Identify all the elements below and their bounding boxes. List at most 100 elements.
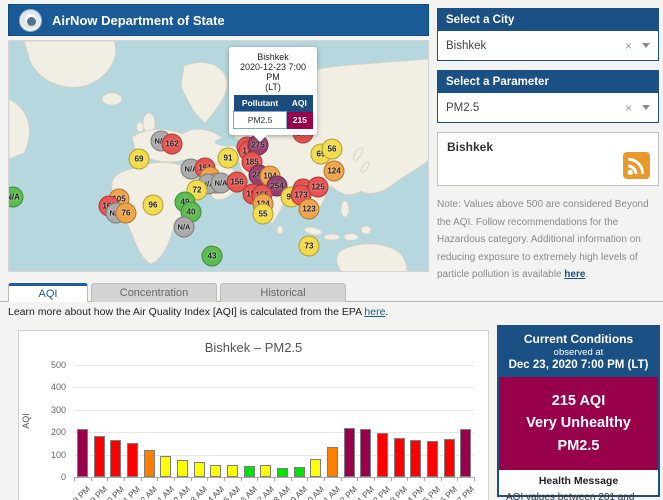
aqi-bar-chart: Bishkek – PM2.5 AQI 01002003004005008 PM… <box>18 330 489 500</box>
chart-title: Bishkek – PM2.5 <box>19 331 488 355</box>
chart-x-tick <box>191 477 192 481</box>
parameter-clear-icon[interactable]: × <box>625 101 632 115</box>
rss-box: Bishkek <box>437 132 659 186</box>
chart-y-tick-label: 100 <box>26 450 66 460</box>
chart-gridline <box>74 410 474 411</box>
map-marker[interactable]: N/A <box>174 217 195 238</box>
chart-y-tick-label: 400 <box>26 382 66 392</box>
map-marker[interactable]: 91 <box>218 148 239 169</box>
map-marker[interactable]: 56 <box>322 139 343 160</box>
parameter-panel: Select a Parameter PM2.5 × <box>437 70 659 123</box>
chart-y-tick-label: 200 <box>26 427 66 437</box>
chart-gridline <box>74 365 474 366</box>
chart-bar <box>444 439 455 477</box>
chart-x-tick <box>324 477 325 481</box>
chart-y-tick-label: 0 <box>26 472 66 482</box>
learn-more-here-link[interactable]: here <box>364 306 385 318</box>
map-marker[interactable]: 125 <box>308 177 329 198</box>
note-here-link[interactable]: here <box>564 269 585 280</box>
chart-x-tick <box>407 477 408 481</box>
chart-bar <box>277 468 288 477</box>
chart-gridline <box>74 387 474 388</box>
chart-x-tick <box>241 477 242 481</box>
popup-aqi-value: 215 <box>287 112 313 129</box>
chart-bar <box>177 460 188 477</box>
map-marker[interactable]: 76 <box>116 203 137 224</box>
app-header: AirNow Department of State <box>8 4 429 36</box>
map-marker[interactable]: 69 <box>129 149 150 170</box>
department-of-state-seal-icon <box>19 9 42 32</box>
chart-bar <box>244 466 255 477</box>
chart-x-tick <box>291 477 292 481</box>
city-select-value[interactable]: Bishkek <box>446 40 625 52</box>
chart-x-tick <box>74 477 75 481</box>
map-popup: Bishkek 2020-12-23 7:00 PM (LT) Pollutan… <box>229 47 317 135</box>
chart-x-tick <box>174 477 175 481</box>
parameter-panel-title: Select a Parameter <box>438 71 658 93</box>
chart-bar <box>377 433 388 477</box>
map-marker[interactable]: 124 <box>324 161 345 182</box>
tab-concentration[interactable]: Concentration <box>91 283 217 302</box>
city-dropdown-arrow-icon[interactable] <box>642 43 650 48</box>
health-message-title: Health Message <box>506 475 651 487</box>
chart-bar <box>77 429 88 477</box>
map-marker[interactable]: 43 <box>202 246 223 267</box>
chart-bar <box>410 440 421 477</box>
chart-y-tick-label: 500 <box>26 360 66 370</box>
chart-x-tick <box>441 477 442 481</box>
tab-aqi[interactable]: AQI <box>8 283 88 302</box>
popup-datetime: 2020-12-23 7:00 PM <box>233 62 313 82</box>
current-conditions-title: Current Conditions <box>503 332 654 346</box>
chart-bar <box>394 438 405 477</box>
app-title: AirNow Department of State <box>52 13 225 28</box>
observed-datetime: Dec 23, 2020 7:00 PM (LT) <box>503 359 654 371</box>
current-aqi-value: 215 AQI <box>503 390 654 412</box>
chart-bar <box>260 465 271 477</box>
chart-y-tick-label: 300 <box>26 405 66 415</box>
chart-bar <box>327 447 338 477</box>
chart-bar <box>144 450 155 477</box>
chart-bar <box>294 467 305 477</box>
map-marker[interactable]: 96 <box>143 195 164 216</box>
chart-x-tick <box>107 477 108 481</box>
chart-x-tick <box>457 477 458 481</box>
chart-x-tick <box>357 477 358 481</box>
health-message-text: AQI values between 201 and 300 trigger a… <box>506 490 651 500</box>
chart-x-tick <box>141 477 142 481</box>
chart-x-tick <box>391 477 392 481</box>
city-panel-title: Select a City <box>438 9 658 31</box>
current-aqi-block: 215 AQI Very Unhealthy PM2.5 <box>499 377 658 470</box>
parameter-select-value[interactable]: PM2.5 <box>446 102 625 114</box>
current-aqi-pollutant: PM2.5 <box>503 435 654 457</box>
popup-aqi-header: AQI <box>287 95 313 112</box>
popup-pollutant-value: PM2.5 <box>234 112 287 129</box>
tab-bar: AQI Concentration Historical <box>0 283 663 302</box>
map-marker[interactable]: 73 <box>299 236 320 257</box>
chart-bar <box>360 429 371 477</box>
parameter-dropdown-arrow-icon[interactable] <box>642 105 650 110</box>
sidebar: Select a City Bishkek × Select a Paramet… <box>437 8 659 284</box>
city-select[interactable]: Bishkek × <box>438 31 658 60</box>
current-aqi-category: Very Unhealthy <box>503 412 654 434</box>
world-map[interactable]: N/A1626991N/A15111887N/AN/A724940N/A9610… <box>8 40 429 272</box>
current-conditions-header: Current Conditions observed at Dec 23, 2… <box>499 327 658 377</box>
map-marker[interactable]: 162 <box>162 134 183 155</box>
rss-city-label: Bishkek <box>447 140 649 154</box>
city-clear-icon[interactable]: × <box>625 39 632 53</box>
chart-gridline <box>74 432 474 433</box>
chart-bar <box>460 429 471 477</box>
parameter-select[interactable]: PM2.5 × <box>438 93 658 122</box>
airnow-dos-page: AirNow Department of State <box>0 0 663 500</box>
chart-x-tick <box>224 477 225 481</box>
note-text: Note: Values above 500 are considered Be… <box>437 199 649 280</box>
chart-bar <box>344 428 355 477</box>
tab-historical[interactable]: Historical <box>220 283 346 302</box>
map-marker[interactable]: 123 <box>299 199 320 220</box>
city-panel: Select a City Bishkek × <box>437 8 659 61</box>
chart-x-tick <box>424 477 425 481</box>
learn-more-line: Learn more about how the Air Quality Ind… <box>8 306 388 318</box>
rss-feed-icon[interactable] <box>623 152 650 179</box>
map-marker[interactable]: 55 <box>253 204 274 225</box>
chart-bar <box>427 441 438 477</box>
popup-table: Pollutant AQI PM2.5 215 <box>233 95 313 129</box>
